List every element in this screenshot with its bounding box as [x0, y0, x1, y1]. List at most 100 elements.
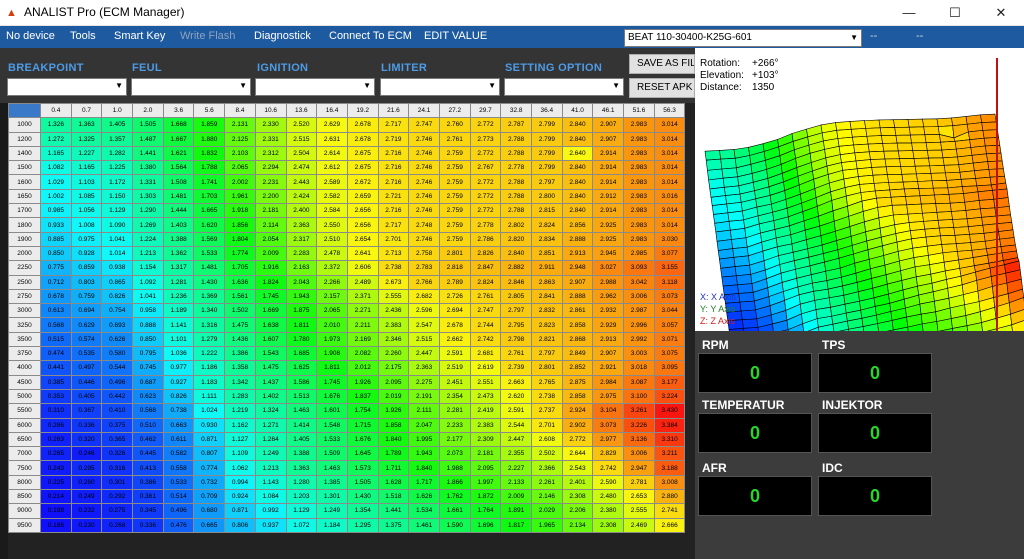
map-cell[interactable]: 0.807 [193, 446, 226, 462]
map-cell[interactable]: 0.345 [132, 503, 164, 519]
map-cell[interactable]: 1.002 [40, 188, 72, 205]
map-cell[interactable]: 0.826 [101, 288, 134, 305]
map-cell[interactable]: 2.902 [561, 417, 594, 433]
map-cell[interactable]: 2.868 [561, 331, 594, 348]
map-cell[interactable]: 3.136 [623, 431, 655, 448]
menu-no-device[interactable]: No device [6, 30, 55, 42]
map-cell[interactable]: 2.907 [592, 346, 625, 362]
map-cell[interactable]: 0.865 [101, 274, 134, 290]
map-cell[interactable]: 1.534 [408, 503, 440, 519]
map-cell[interactable]: 2.233 [438, 417, 471, 433]
map-cell[interactable]: 2.746 [408, 160, 440, 176]
map-cell[interactable]: 2.716 [377, 174, 410, 190]
map-cell[interactable]: 2.191 [408, 388, 440, 405]
map-cell[interactable]: 2.772 [469, 203, 502, 219]
map-cell[interactable]: 0.693 [101, 317, 134, 333]
map-cell[interactable]: 2.801 [531, 360, 563, 376]
map-cell[interactable]: 2.678 [438, 317, 471, 333]
map-cell[interactable]: 2.146 [531, 489, 563, 505]
map-cell[interactable]: 3.027 [592, 260, 625, 276]
map-cell[interactable]: 1.249 [254, 446, 287, 462]
map-cell[interactable]: 1.172 [101, 174, 134, 190]
map-cell[interactable]: 0.928 [70, 245, 103, 262]
map-cell[interactable]: 2.169 [346, 331, 379, 348]
map-cell[interactable]: 2.366 [531, 460, 563, 476]
map-cell[interactable]: 1.858 [377, 417, 410, 433]
map-cell[interactable]: 1.533 [316, 431, 348, 448]
map-cell[interactable]: 2.591 [438, 346, 471, 362]
map-cell[interactable]: 2.983 [623, 131, 655, 147]
map-cell[interactable]: 2.591 [500, 403, 532, 419]
map-cell[interactable]: 0.774 [193, 460, 226, 476]
map-cell[interactable]: 1.162 [224, 417, 256, 433]
map-cell[interactable]: 1.402 [254, 388, 287, 405]
map-cell[interactable]: 2.907 [561, 274, 594, 290]
map-cell[interactable]: 3.016 [653, 188, 686, 205]
map-cell[interactable]: 0.626 [101, 331, 134, 348]
map-cell[interactable]: 2.875 [561, 374, 594, 390]
map-cell[interactable]: 1.754 [346, 403, 379, 419]
map-cell[interactable]: 1.143 [254, 474, 287, 491]
row-header[interactable]: 1400 [8, 145, 41, 162]
map-cell[interactable]: 2.759 [438, 160, 471, 176]
map-cell[interactable]: 2.451 [438, 374, 471, 390]
map-cell[interactable]: 1.154 [132, 260, 164, 276]
map-cell[interactable]: 0.850 [132, 331, 164, 348]
map-cell[interactable]: 2.073 [438, 446, 471, 462]
map-cell[interactable]: 2.799 [531, 117, 563, 133]
map-cell[interactable]: 2.716 [377, 145, 410, 162]
map-cell[interactable]: 2.823 [531, 317, 563, 333]
map-cell[interactable]: 1.487 [132, 131, 164, 147]
map-cell[interactable]: 1.872 [469, 489, 502, 505]
menu-write-flash[interactable]: Write Flash [180, 30, 235, 42]
map-cell[interactable]: 2.932 [592, 303, 625, 319]
map-cell[interactable]: 1.316 [193, 317, 226, 333]
map-cell[interactable]: 2.913 [592, 331, 625, 348]
map-cell[interactable]: 1.926 [346, 374, 379, 390]
map-cell[interactable]: 2.759 [438, 217, 471, 233]
map-cell[interactable]: 2.114 [254, 217, 287, 233]
map-cell[interactable]: 2.914 [592, 145, 625, 162]
map-cell[interactable]: 2.795 [500, 317, 532, 333]
row-header[interactable]: 6000 [8, 417, 41, 433]
map-cell[interactable]: 1.444 [162, 203, 195, 219]
row-header[interactable]: 8000 [8, 474, 41, 491]
map-cell[interactable]: 0.385 [40, 374, 72, 390]
map-cell[interactable]: 2.047 [408, 417, 440, 433]
map-cell[interactable]: 2.788 [500, 203, 532, 219]
map-cell[interactable]: 2.772 [469, 174, 502, 190]
map-cell[interactable]: 0.930 [193, 417, 226, 433]
map-cell[interactable]: 2.103 [224, 145, 256, 162]
map-cell[interactable]: 2.095 [377, 374, 410, 390]
map-cell[interactable]: 0.574 [70, 331, 103, 348]
map-cell[interactable]: 1.548 [316, 417, 348, 433]
map-cell[interactable]: 1.965 [531, 517, 563, 533]
map-cell[interactable]: 2.983 [623, 174, 655, 190]
limiter-select[interactable]: ▼ [380, 78, 500, 96]
map-cell[interactable]: 1.973 [316, 331, 348, 348]
map-cell[interactable]: 0.712 [40, 274, 72, 290]
map-cell[interactable]: 0.687 [132, 374, 164, 390]
map-cell[interactable]: 0.375 [101, 417, 134, 433]
map-cell[interactable]: 0.310 [40, 403, 72, 419]
map-cell[interactable]: 1.543 [254, 346, 287, 362]
map-cell[interactable]: 2.478 [316, 245, 348, 262]
map-cell[interactable]: 2.882 [500, 260, 532, 276]
map-cell[interactable]: 2.095 [469, 460, 502, 476]
map-cell[interactable]: 0.442 [101, 388, 134, 405]
map-cell[interactable]: 2.271 [346, 303, 379, 319]
map-cell[interactable]: 0.361 [132, 489, 164, 505]
map-cell[interactable]: 1.441 [377, 503, 410, 519]
map-cell[interactable]: 1.788 [193, 160, 226, 176]
map-cell[interactable]: 2.631 [316, 131, 348, 147]
map-cell[interactable]: 2.157 [316, 288, 348, 305]
row-header[interactable]: 1700 [8, 203, 41, 219]
map-cell[interactable]: 1.573 [346, 460, 379, 476]
map-cell[interactable]: 1.236 [162, 288, 195, 305]
map-cell[interactable]: 2.510 [316, 231, 348, 247]
map-cell[interactable]: 1.317 [162, 260, 195, 276]
map-cell[interactable]: 2.716 [377, 160, 410, 176]
map-cell[interactable]: 0.694 [70, 303, 103, 319]
map-cell[interactable]: 2.612 [316, 160, 348, 176]
map-cell[interactable]: 1.918 [224, 203, 256, 219]
